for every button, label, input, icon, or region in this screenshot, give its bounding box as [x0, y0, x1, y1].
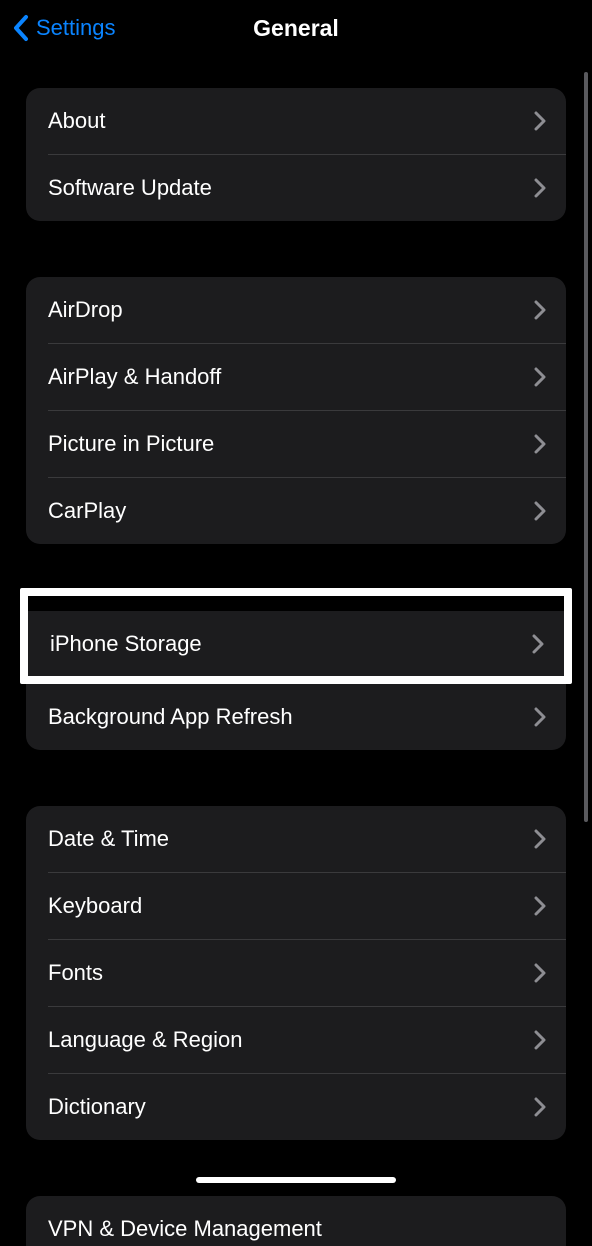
chevron-right-icon	[534, 178, 546, 198]
chevron-right-icon	[534, 501, 546, 521]
row-label: Language & Region	[48, 1027, 243, 1053]
iphone-storage-row[interactable]: iPhone Storage	[28, 610, 564, 676]
back-button[interactable]: Settings	[0, 14, 116, 42]
background-app-refresh-row[interactable]: Background App Refresh	[26, 684, 566, 750]
chevron-right-icon	[534, 1030, 546, 1050]
row-label: Software Update	[48, 175, 212, 201]
chevron-right-icon	[534, 111, 546, 131]
row-label: Date & Time	[48, 826, 169, 852]
settings-group: About Software Update	[26, 88, 566, 221]
vpn-device-management-row[interactable]: VPN & Device Management	[26, 1196, 566, 1246]
settings-group: AirDrop AirPlay & Handoff Picture in Pic…	[26, 277, 566, 544]
chevron-right-icon	[534, 829, 546, 849]
row-label: AirDrop	[48, 297, 123, 323]
row-label: About	[48, 108, 106, 134]
language-region-row[interactable]: Language & Region	[26, 1007, 566, 1073]
chevron-right-icon	[534, 707, 546, 727]
highlight-box: iPhone Storage	[20, 588, 572, 684]
row-label: Fonts	[48, 960, 103, 986]
software-update-row[interactable]: Software Update	[26, 155, 566, 221]
settings-group: VPN & Device Management	[26, 1196, 566, 1246]
date-time-row[interactable]: Date & Time	[26, 806, 566, 872]
chevron-right-icon	[534, 300, 546, 320]
row-label: AirPlay & Handoff	[48, 364, 221, 390]
chevron-left-icon	[12, 14, 30, 42]
settings-group: iPhone Storage Background App Refresh	[26, 588, 566, 750]
home-indicator[interactable]	[196, 1177, 396, 1183]
fonts-row[interactable]: Fonts	[26, 940, 566, 1006]
row-label: Picture in Picture	[48, 431, 214, 457]
chevron-right-icon	[534, 963, 546, 983]
settings-group: Date & Time Keyboard Fonts Language & Re…	[26, 806, 566, 1140]
carplay-row[interactable]: CarPlay	[26, 478, 566, 544]
airplay-handoff-row[interactable]: AirPlay & Handoff	[26, 344, 566, 410]
row-label: VPN & Device Management	[48, 1216, 322, 1242]
chevron-right-icon	[534, 896, 546, 916]
page-title: General	[253, 15, 339, 42]
airdrop-row[interactable]: AirDrop	[26, 277, 566, 343]
row-label: CarPlay	[48, 498, 126, 524]
chevron-right-icon	[534, 1097, 546, 1117]
row-label: iPhone Storage	[50, 631, 202, 657]
picture-in-picture-row[interactable]: Picture in Picture	[26, 411, 566, 477]
navigation-header: Settings General	[0, 0, 592, 56]
chevron-right-icon	[534, 367, 546, 387]
scrollbar[interactable]	[584, 72, 588, 822]
row-label: Dictionary	[48, 1094, 146, 1120]
back-label: Settings	[36, 15, 116, 41]
dictionary-row[interactable]: Dictionary	[26, 1074, 566, 1140]
chevron-right-icon	[534, 434, 546, 454]
row-label: Keyboard	[48, 893, 142, 919]
row-label: Background App Refresh	[48, 704, 293, 730]
about-row[interactable]: About	[26, 88, 566, 154]
keyboard-row[interactable]: Keyboard	[26, 873, 566, 939]
chevron-right-icon	[532, 634, 544, 654]
settings-list: About Software Update AirDrop AirPlay & …	[0, 56, 592, 1246]
